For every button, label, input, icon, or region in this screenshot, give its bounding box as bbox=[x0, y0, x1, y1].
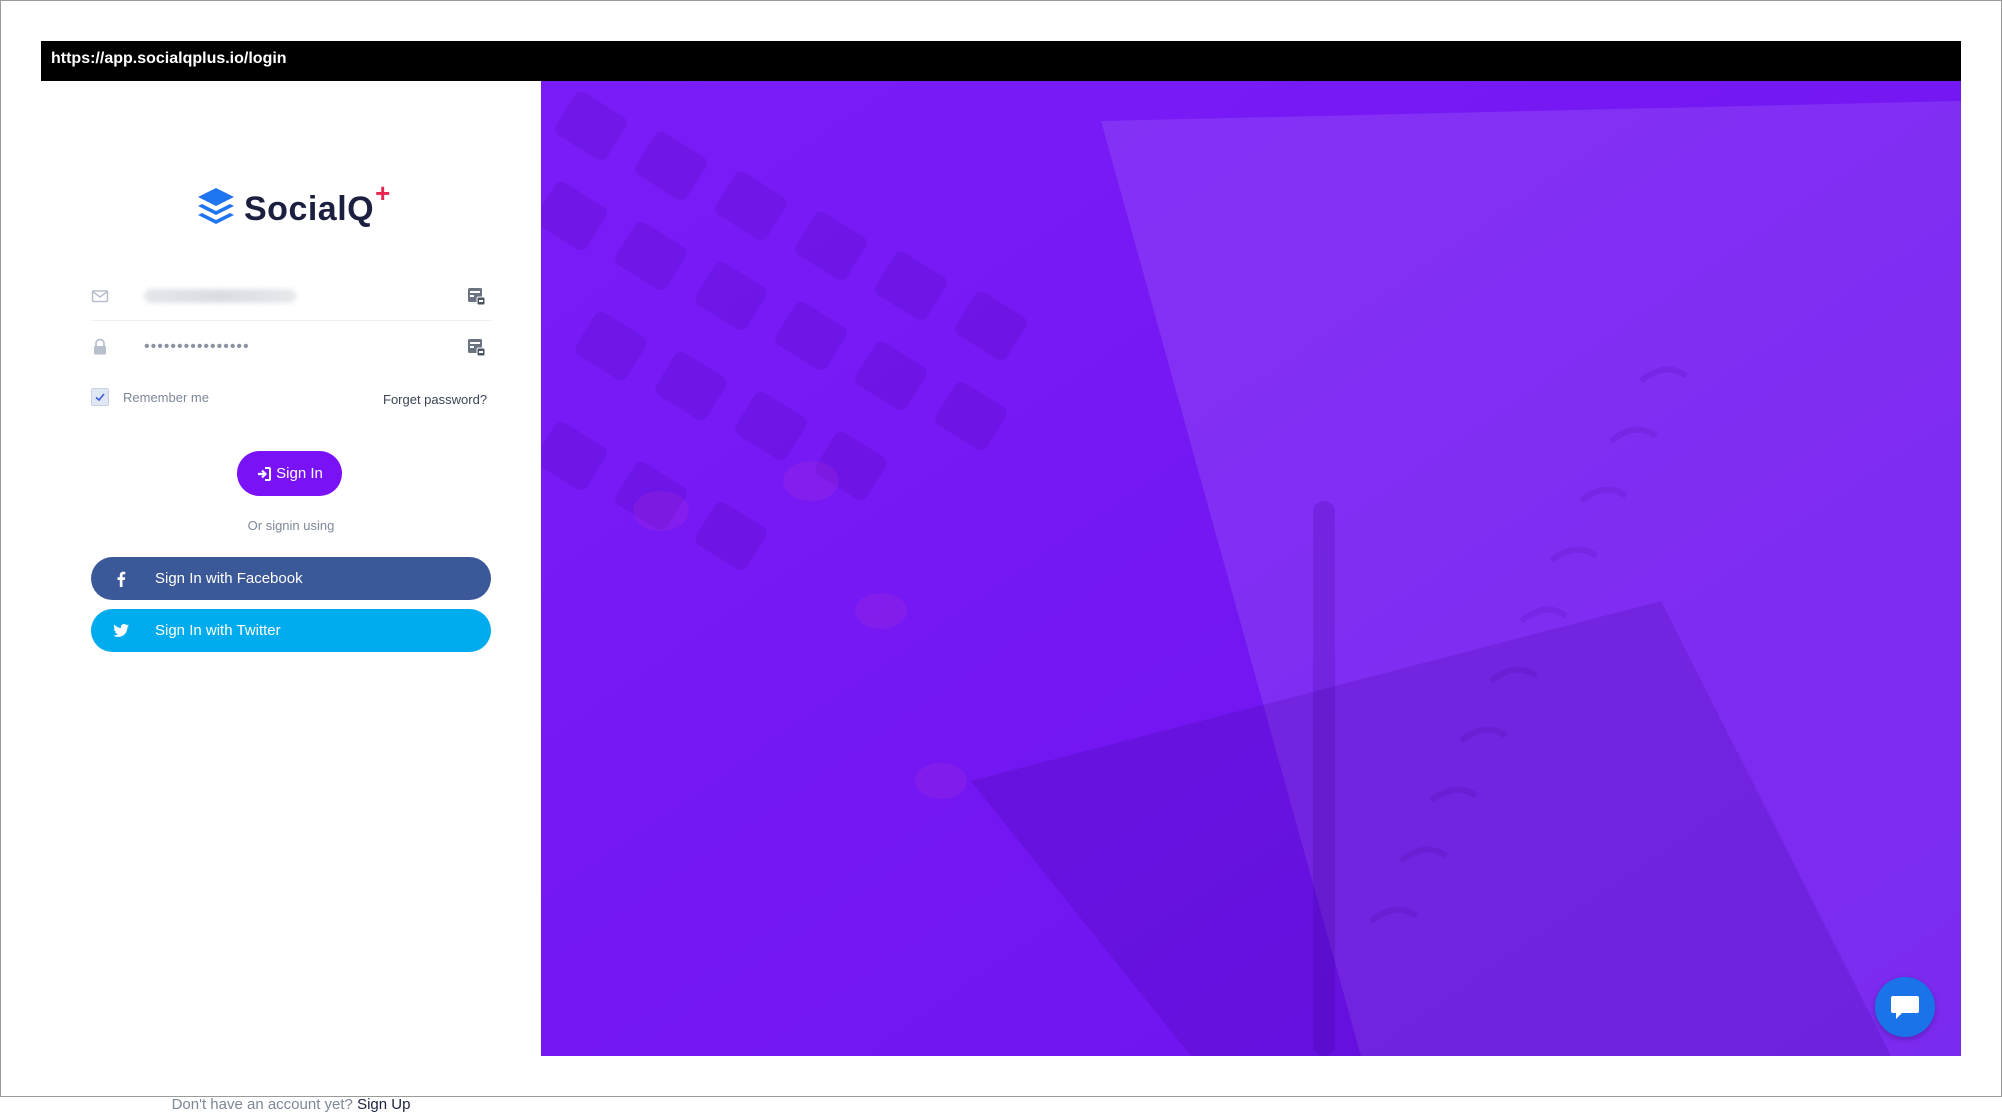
or-signin-text: Or signin using bbox=[247, 518, 335, 533]
sign-in-button[interactable]: Sign In bbox=[237, 451, 342, 496]
sign-in-label: Sign In bbox=[276, 465, 323, 482]
facebook-icon bbox=[111, 571, 131, 587]
email-value[interactable] bbox=[144, 289, 465, 303]
signup-prompt: Don't have an account yet? Sign Up bbox=[41, 1096, 541, 1113]
layers-stack-icon bbox=[198, 188, 234, 224]
email-value-blurred bbox=[144, 289, 296, 303]
facebook-signin-label: Sign In with Facebook bbox=[155, 570, 303, 587]
password-field[interactable]: •••••••••••••••• bbox=[91, 323, 491, 371]
url-text: https://app.socialqplus.io/login bbox=[51, 50, 287, 67]
twitter-icon bbox=[111, 623, 131, 638]
hero-image bbox=[541, 81, 1961, 1056]
signup-question: Don't have an account yet? bbox=[171, 1096, 353, 1113]
forgot-password-link[interactable]: Forget password? bbox=[383, 392, 487, 407]
facebook-signin-button[interactable]: Sign In with Facebook bbox=[91, 557, 491, 600]
remember-label: Remember me bbox=[123, 389, 209, 405]
brand-logo[interactable]: SocialQ + bbox=[196, 177, 391, 237]
chat-widget-button[interactable] bbox=[1875, 977, 1935, 1037]
brand-plus: + bbox=[375, 177, 391, 208]
twitter-signin-button[interactable]: Sign In with Twitter bbox=[91, 609, 491, 652]
keypass-icon[interactable] bbox=[465, 285, 487, 307]
address-bar[interactable]: https://app.socialqplus.io/login bbox=[41, 41, 1961, 81]
keypass-icon[interactable] bbox=[465, 336, 487, 358]
remember-me[interactable]: Remember me bbox=[91, 388, 209, 406]
checkmark-icon bbox=[95, 393, 105, 402]
login-panel: SocialQ + •••••••••••••••• Remember me F… bbox=[41, 81, 541, 1113]
remember-checkbox[interactable] bbox=[91, 388, 109, 406]
sign-in-icon bbox=[258, 466, 272, 481]
lock-icon bbox=[94, 338, 106, 355]
password-value[interactable]: •••••••••••••••• bbox=[144, 338, 465, 356]
chat-bubble-icon bbox=[1891, 996, 1919, 1019]
twitter-signin-label: Sign In with Twitter bbox=[155, 622, 281, 639]
email-field[interactable] bbox=[91, 272, 491, 321]
hero-background-illustration bbox=[541, 81, 1961, 1056]
password-dots: •••••••••••••••• bbox=[144, 338, 250, 355]
envelope-icon bbox=[91, 290, 109, 303]
signup-link[interactable]: Sign Up bbox=[357, 1096, 410, 1113]
brand-name: SocialQ bbox=[244, 189, 375, 228]
